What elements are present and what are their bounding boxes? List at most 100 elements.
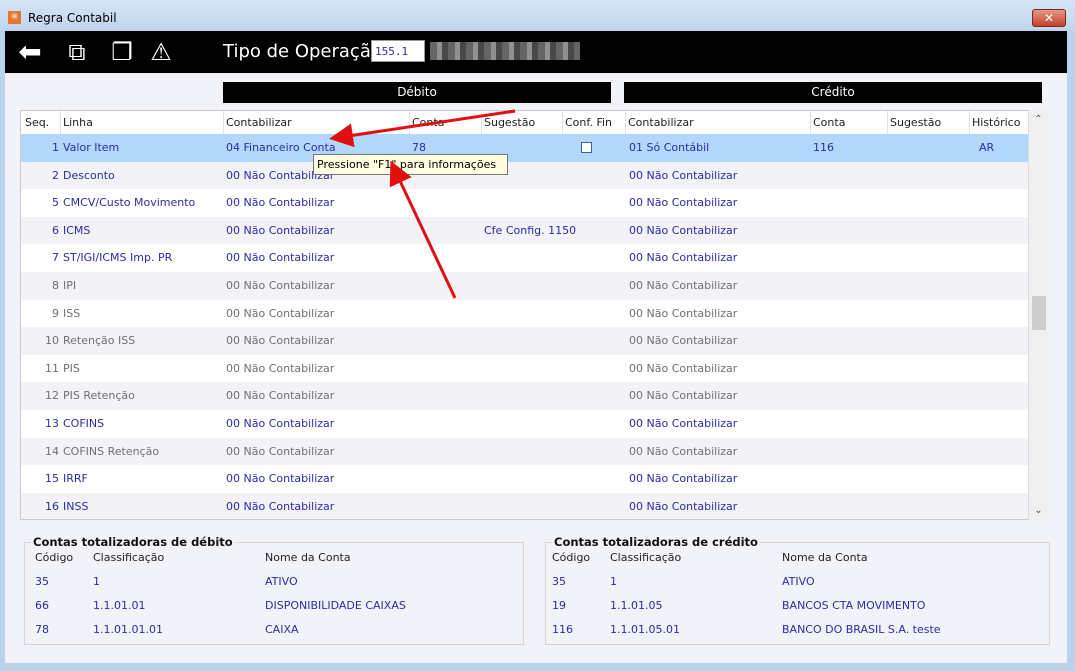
table-row[interactable]: 15 IRRF 00 Não Contabilizar 00 Não Contabil…	[21, 465, 1029, 493]
cell-d-contab[interactable]: 00 Não Contabilizar	[226, 465, 334, 493]
cell-seq[interactable]: 5	[21, 189, 59, 217]
table-row[interactable]: 2 Desconto 00 Não Contabilizar 00 Não Conta…	[21, 161, 1029, 190]
cell-linha[interactable]: INSS	[63, 493, 88, 519]
cell-seq[interactable]: 1	[21, 134, 59, 162]
debit-totals-title: Contas totalizadoras de débito	[31, 535, 235, 549]
cell-c-contab[interactable]: 00 Não Contabilizar	[629, 465, 737, 493]
cell-d-contab[interactable]: 00 Não Contabilizar	[226, 300, 334, 328]
table-row[interactable]: 12 PIS Retenção 00 Não Contabilizar 00 Não …	[21, 382, 1029, 410]
cell-linha[interactable]: Desconto	[63, 162, 115, 190]
cell-seq[interactable]: 13	[21, 410, 59, 438]
cell-linha[interactable]: COFINS Retenção	[63, 438, 159, 466]
cell-seq[interactable]: 9	[21, 300, 59, 328]
cell-seq[interactable]: 14	[21, 438, 59, 466]
cell-c-contab[interactable]: 00 Não Contabilizar	[629, 327, 737, 355]
cell-c-conta[interactable]: 116	[813, 134, 834, 162]
copy-icon[interactable]: ❐	[107, 38, 137, 66]
table-row[interactable]: 1 Valor Item 04 Financeiro Conta 78 01 Só Co…	[21, 134, 1029, 162]
cell-c-contab[interactable]: 00 Não Contabilizar	[629, 244, 737, 272]
table-row[interactable]: 13 COFINS 00 Não Contabilizar 00 Não Contab…	[21, 410, 1029, 438]
cell-linha[interactable]: CMCV/Custo Movimento	[63, 189, 195, 217]
operation-input[interactable]: 155.1	[371, 40, 425, 62]
cell-seq[interactable]: 11	[21, 355, 59, 383]
cell-d-contab[interactable]: 00 Não Contabilizar	[226, 327, 334, 355]
column-divider	[409, 111, 410, 134]
table-row[interactable]: 8 IPI 00 Não Contabilizar 00 Não Contabiliz…	[21, 272, 1029, 300]
column-divider	[625, 111, 626, 134]
cell-linha[interactable]: PIS Retenção	[63, 382, 135, 410]
column-header[interactable]: Contabilizar	[226, 111, 292, 134]
column-header[interactable]: Seq.	[25, 111, 49, 134]
cell-c-contab[interactable]: 00 Não Contabilizar	[629, 189, 737, 217]
column-header[interactable]: Sugestão	[890, 111, 941, 134]
column-divider	[810, 111, 811, 134]
table-row[interactable]: 16 INSS 00 Não Contabilizar 00 Não Contabil…	[21, 492, 1029, 519]
cell-d-contab[interactable]: 00 Não Contabilizar	[226, 244, 334, 272]
cell-c-contab[interactable]: 00 Não Contabilizar	[629, 217, 737, 245]
cell-d-contab[interactable]: 00 Não Contabilizar	[226, 438, 334, 466]
table-row[interactable]: 9 ISS 00 Não Contabilizar 00 Não Contabiliz…	[21, 299, 1029, 328]
column-header[interactable]: Contabilizar	[628, 111, 694, 134]
vertical-scrollbar[interactable]: ⌃ ⌄	[1028, 110, 1048, 520]
column-header[interactable]: Conta	[412, 111, 444, 134]
cell-d-contab[interactable]: 00 Não Contabilizar	[226, 355, 334, 383]
cell-seq[interactable]: 10	[21, 327, 59, 355]
table-row[interactable]: 5 CMCV/Custo Movimento 00 Não Contabilizar…	[21, 189, 1029, 217]
cell-c-contab[interactable]: 00 Não Contabilizar	[629, 162, 737, 190]
cell-c-contab[interactable]: 01 Só Contábil	[629, 134, 709, 162]
table-row[interactable]: 11 PIS 00 Não Contabilizar 00 Não Contabili…	[21, 354, 1029, 383]
cell-d-contab[interactable]: 00 Não Contabilizar	[226, 189, 334, 217]
cell-c-contab[interactable]: 00 Não Contabilizar	[629, 438, 737, 466]
cell-d-sug[interactable]: Cfe Config. 1150	[484, 217, 576, 245]
export-icon[interactable]: ⧉	[62, 38, 92, 66]
cell-seq[interactable]: 8	[21, 272, 59, 300]
cell-d-contab[interactable]: 00 Não Contabilizar	[226, 272, 334, 300]
cell-linha[interactable]: ICMS	[63, 217, 90, 245]
cell-seq[interactable]: 2	[21, 162, 59, 190]
warning-icon[interactable]: ⚠	[146, 38, 176, 66]
cell-hist[interactable]: AR	[979, 134, 994, 162]
column-header[interactable]: Histórico	[972, 111, 1020, 134]
totals-cell: 116	[552, 623, 573, 636]
table-row[interactable]: 6 ICMS 00 Não Contabilizar Cfe Config. 1150…	[21, 216, 1029, 245]
column-divider	[60, 111, 61, 134]
cell-seq[interactable]: 16	[21, 493, 59, 519]
cell-d-contab[interactable]: 00 Não Contabilizar	[226, 382, 334, 410]
close-button[interactable]: ✕	[1032, 9, 1066, 27]
cell-c-contab[interactable]: 00 Não Contabilizar	[629, 382, 737, 410]
cell-c-contab[interactable]: 00 Não Contabilizar	[629, 493, 737, 519]
cell-d-contab[interactable]: 00 Não Contabilizar	[226, 217, 334, 245]
cell-d-contab[interactable]: 00 Não Contabilizar	[226, 410, 334, 438]
cell-d-contab[interactable]: 00 Não Contabilizar	[226, 493, 334, 519]
cell-seq[interactable]: 12	[21, 382, 59, 410]
cell-linha[interactable]: Valor Item	[63, 134, 119, 162]
cell-c-contab[interactable]: 00 Não Contabilizar	[629, 410, 737, 438]
cell-seq[interactable]: 6	[21, 217, 59, 245]
scroll-thumb[interactable]	[1032, 296, 1046, 330]
cell-linha[interactable]: ISS	[63, 300, 80, 328]
cell-linha[interactable]: IRRF	[63, 465, 88, 493]
table-row[interactable]: 7 ST/IGI/ICMS Imp. PR 00 Não Contabilizar 0…	[21, 244, 1029, 272]
column-header[interactable]: Linha	[63, 111, 93, 134]
column-header[interactable]: Sugestão	[484, 111, 535, 134]
scroll-down-icon[interactable]: ⌄	[1029, 505, 1048, 516]
table-row[interactable]: 10 Retenção ISS 00 Não Contabilizar 00 Não …	[21, 327, 1029, 355]
cell-c-contab[interactable]: 00 Não Contabilizar	[629, 272, 737, 300]
scroll-up-icon[interactable]: ⌃	[1029, 114, 1048, 125]
cell-linha[interactable]: PIS	[63, 355, 80, 383]
cell-linha[interactable]: Retenção ISS	[63, 327, 135, 355]
table-row[interactable]: 14 COFINS Retenção 00 Não Contabilizar 00 N…	[21, 437, 1029, 466]
cell-linha[interactable]: IPI	[63, 272, 76, 300]
cell-seq[interactable]: 15	[21, 465, 59, 493]
column-header[interactable]: Conta	[813, 111, 845, 134]
column-header[interactable]: Conf. Fin	[565, 111, 612, 134]
cell-c-contab[interactable]: 00 Não Contabilizar	[629, 300, 737, 328]
conf-fin-checkbox[interactable]	[581, 142, 592, 153]
totals-cell: 35	[35, 575, 49, 588]
cell-c-contab[interactable]: 00 Não Contabilizar	[629, 355, 737, 383]
cell-linha[interactable]: ST/IGI/ICMS Imp. PR	[63, 244, 172, 272]
cell-linha[interactable]: COFINS	[63, 410, 104, 438]
totals-column-header: Código	[552, 551, 591, 564]
cell-seq[interactable]: 7	[21, 244, 59, 272]
back-arrow-icon[interactable]: ⬅	[15, 38, 45, 66]
